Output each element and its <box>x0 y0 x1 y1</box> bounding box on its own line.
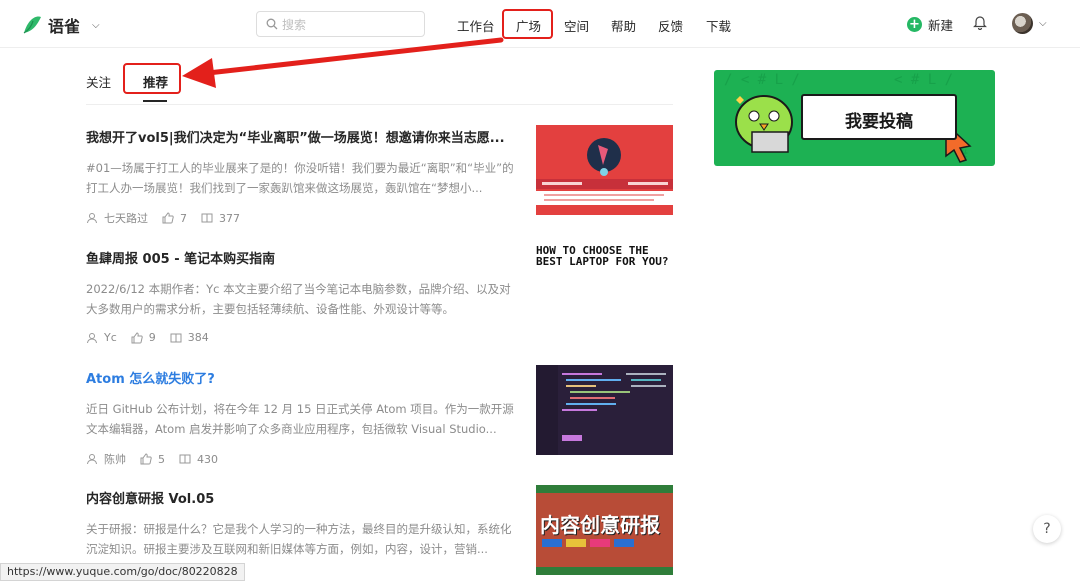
article-title[interactable]: 鱼肆周报 005 - 笔记本购买指南 <box>86 248 516 267</box>
nav-feedback[interactable]: 反馈 <box>658 16 683 35</box>
user-icon <box>87 213 97 224</box>
thumbnail-text: HOW TO CHOOSE THE BEST LAPTOP FOR YOU? <box>536 245 669 268</box>
article-meta: Yc 9 384 <box>86 331 516 344</box>
book-icon <box>179 454 191 464</box>
article-thumbnail[interactable] <box>536 125 673 215</box>
status-url: https://www.yuque.com/go/doc/80220828 <box>0 563 245 581</box>
article-thumbnail[interactable]: HOW TO CHOOSE THE BEST LAPTOP FOR YOU? <box>536 245 673 335</box>
like-icon <box>131 331 143 343</box>
article-reads: 384 <box>187 331 209 344</box>
chevron-down-icon[interactable]: ⌵ <box>1039 18 1047 29</box>
bell-icon[interactable] <box>973 14 987 30</box>
article-item[interactable]: 内容创意研报 Vol.05 关于研报：研报是什么？它是我个人学习的一种方法，最终… <box>86 488 516 559</box>
top-header: 语雀 ⌵ 搜索 工作台 广场 空间 帮助 反馈 下载 + 新建 ⌵ <box>0 0 1080 48</box>
article-item[interactable]: 鱼肆周报 005 - 笔记本购买指南 2022/6/12 本期作者：Yc 本文主… <box>86 248 516 344</box>
article-meta: 陈帅 5 430 <box>86 451 516 467</box>
article-reads: 430 <box>197 452 218 466</box>
nav-download[interactable]: 下载 <box>706 16 731 35</box>
nav-help[interactable]: 帮助 <box>611 16 636 35</box>
article-desc: #01—场属于打工人的毕业展来了是的！你没听错！我们要为最近“离职”和“毕业”的… <box>86 161 514 195</box>
article-likes: 9 <box>148 331 156 344</box>
article-meta: 七天路过 7 377 <box>86 210 516 226</box>
banner-submit-box[interactable]: 我要投稿 <box>801 94 957 140</box>
article-thumbnail[interactable]: 内容创意研报 <box>536 485 673 575</box>
article-item[interactable]: Atom 怎么就失败了? 近日 GitHub 公布计划，将在今年 12 月 15… <box>86 368 516 467</box>
article-title[interactable]: Atom 怎么就失败了? <box>86 368 516 387</box>
new-button[interactable]: + 新建 <box>907 15 953 34</box>
article-item[interactable]: 我想开了vol5|我们决定为“毕业离职”做一场展览！想邀请你来当志愿... #0… <box>86 127 516 226</box>
plus-icon: + <box>907 17 922 32</box>
article-desc: 近日 GitHub 公布计划，将在今年 12 月 15 日正式关停 Atom 项… <box>86 402 514 436</box>
article-desc: 2022/6/12 本期作者：Yc 本文主要介绍了当今笔记本电脑参数，品牌介绍、… <box>86 282 511 316</box>
like-icon <box>162 212 174 224</box>
logo[interactable]: 语雀 ⌵ <box>22 13 100 37</box>
divider <box>86 104 673 105</box>
nav-space[interactable]: 空间 <box>564 16 589 35</box>
svg-text:< # L /: < # L / <box>894 72 953 88</box>
new-button-label: 新建 <box>928 18 954 33</box>
article-thumbnail[interactable] <box>536 365 673 455</box>
banner-label: 我要投稿 <box>845 112 913 132</box>
article-author[interactable]: Yc <box>104 331 117 344</box>
help-button[interactable]: ? <box>1033 515 1061 543</box>
article-likes: 7 <box>180 211 187 225</box>
submit-banner[interactable]: / < # L / < # L / # 我要投稿 <box>714 70 995 166</box>
article-reads: 377 <box>219 211 240 225</box>
svg-text:/ < # L /: / < # L / <box>724 72 800 88</box>
article-title[interactable]: 内容创意研报 Vol.05 <box>86 488 516 507</box>
thumbnail-graphic-icon <box>536 125 673 215</box>
logo-text: 语雀 <box>48 17 81 36</box>
annotation-arrow-icon <box>182 37 504 88</box>
article-desc: 关于研报：研报是什么？它是我个人学习的一种方法，最终目的是升级认知，系统化沉淀知… <box>86 522 512 556</box>
book-icon <box>170 333 182 342</box>
article-author[interactable]: 七天路过 <box>104 210 148 226</box>
user-icon <box>87 332 97 343</box>
tab-follow[interactable]: 关注 <box>86 72 111 91</box>
tab-recommend-highlight <box>123 63 181 94</box>
yuque-logo-icon <box>23 16 41 34</box>
like-icon <box>140 453 152 465</box>
avatar[interactable] <box>1012 13 1033 34</box>
article-likes: 5 <box>158 452 165 466</box>
article-title[interactable]: 我想开了vol5|我们决定为“毕业离职”做一场展览！想邀请你来当志愿... <box>86 127 516 146</box>
tab-active-indicator <box>143 100 167 102</box>
article-author[interactable]: 陈帅 <box>104 451 126 467</box>
code-editor-icon <box>536 365 673 455</box>
user-icon <box>87 454 97 465</box>
chevron-down-icon[interactable]: ⌵ <box>92 20 100 31</box>
thumbnail-text: 内容创意研报 <box>540 513 660 537</box>
book-icon <box>201 213 213 223</box>
